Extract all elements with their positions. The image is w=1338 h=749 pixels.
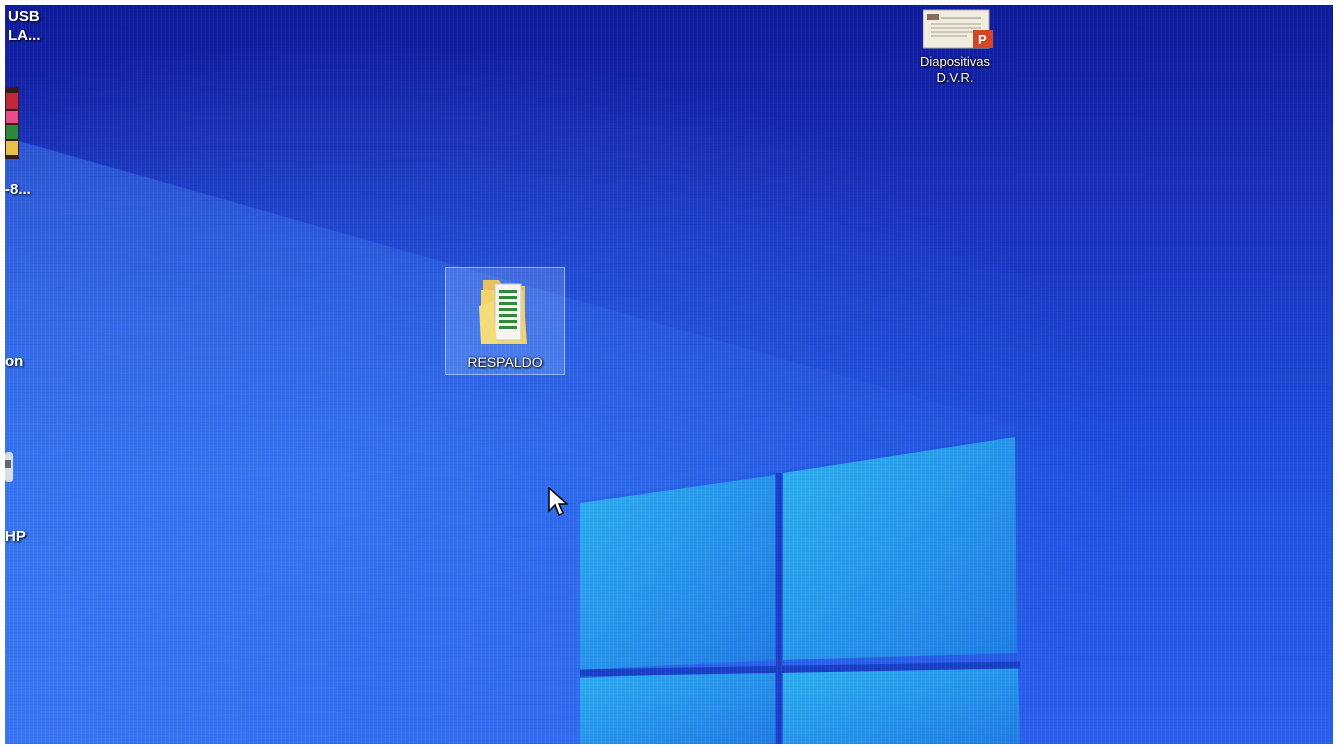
image-file-icon — [5, 87, 19, 159]
usb-label-line2: LA... — [8, 27, 41, 44]
mouse-cursor-icon — [548, 487, 568, 517]
desktop-icon-diapositivas[interactable]: P Diapositivas D.V.R. — [903, 8, 1007, 100]
partial-icon-item-on[interactable]: on — [5, 345, 65, 375]
partial-image-icon-item[interactable]: -8... — [5, 87, 65, 207]
desktop-icon-respaldo[interactable]: RESPALDO — [445, 267, 565, 375]
partial-hp-icon-item[interactable]: HP — [5, 450, 65, 580]
partial-label-on: on — [5, 353, 24, 370]
diapositivas-label-line1: Diapositivas — [919, 54, 991, 69]
diapositivas-label: Diapositivas D.V.R. — [903, 54, 1007, 86]
usb-label-line1: USB — [8, 8, 40, 25]
windows-wallpaper — [5, 5, 1333, 744]
respaldo-label: RESPALDO — [467, 354, 543, 370]
partial-usb-icon-item[interactable]: USB LA... — [5, 5, 65, 65]
folder-icon — [479, 280, 527, 344]
powerpoint-file-icon: P — [923, 9, 993, 49]
svg-text:P: P — [978, 32, 987, 47]
diapositivas-label-line2: D.V.R. — [936, 70, 974, 85]
hp-label: HP — [5, 528, 26, 545]
image-file-label: -8... — [5, 181, 31, 198]
desktop-screen: USB LA... -8... on HP P Diapositivas D.V… — [5, 5, 1333, 744]
hp-app-icon — [5, 452, 13, 482]
